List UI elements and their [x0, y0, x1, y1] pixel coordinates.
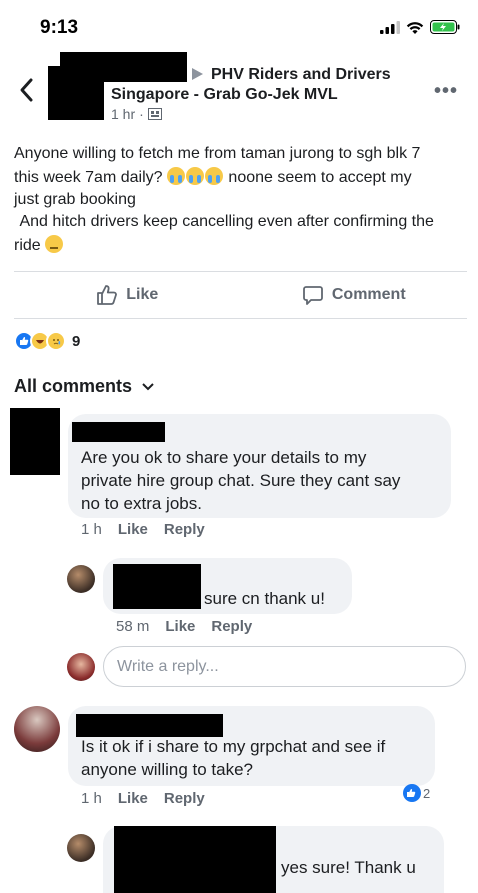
- status-bar: 9:13: [0, 0, 478, 52]
- commenter-avatar-redacted[interactable]: [10, 408, 60, 475]
- comment-text: Are you ok to share your details to my p…: [81, 448, 401, 513]
- comment-like-link[interactable]: Like: [118, 790, 148, 807]
- comment-time: 1 h: [81, 521, 102, 538]
- comment-actions: 1 h Like Reply: [81, 790, 205, 807]
- crying-emoji-icon: [185, 167, 204, 185]
- more-options-icon[interactable]: •••: [434, 80, 458, 103]
- comment-reply-link[interactable]: Reply: [164, 521, 205, 538]
- back-arrow-icon[interactable]: [16, 76, 38, 104]
- comment-like-badge[interactable]: 2: [403, 784, 430, 802]
- thumbs-up-icon: [97, 285, 118, 305]
- reply-like-link[interactable]: Like: [165, 618, 195, 635]
- commenter-name-redacted[interactable]: [76, 714, 223, 737]
- battery-icon: [430, 20, 460, 34]
- chevron-down-icon: [142, 382, 154, 390]
- comment-like-link[interactable]: Like: [118, 521, 148, 538]
- group-privacy-icon: [147, 108, 162, 120]
- wifi-icon: [406, 21, 424, 34]
- post-header: PHV Riders and Drivers Singapore - Grab …: [0, 52, 478, 132]
- write-reply-input[interactable]: Write a reply...: [103, 646, 466, 687]
- like-reaction-icon: [403, 784, 421, 802]
- crying-emoji-icon: [204, 167, 223, 185]
- comment-bubble: Are you ok to share your details to my p…: [68, 414, 451, 518]
- reaction-count: 9: [72, 332, 81, 350]
- comments-filter[interactable]: All comments: [14, 376, 154, 397]
- replier-name-redacted[interactable]: [114, 826, 276, 893]
- comment-reply-link[interactable]: Reply: [164, 790, 205, 807]
- reply-avatar[interactable]: [67, 834, 95, 862]
- divider: [14, 318, 467, 319]
- status-icons: [380, 20, 460, 34]
- reply-reply-link[interactable]: Reply: [211, 618, 252, 635]
- commenter-avatar[interactable]: [14, 706, 60, 752]
- like-button[interactable]: Like: [14, 272, 241, 318]
- comment-bubble: Is it ok if i share to my grpchat and se…: [68, 706, 435, 786]
- reply-text: sure cn thank u!: [204, 589, 325, 608]
- reply-actions: 58 m Like Reply: [116, 618, 252, 635]
- replier-name-redacted[interactable]: [113, 564, 201, 609]
- post-time[interactable]: 1 hr: [111, 106, 135, 122]
- comment-text: Is it ok if i share to my grpchat and se…: [81, 737, 386, 779]
- commenter-name-redacted[interactable]: [72, 422, 165, 442]
- comment-icon: [302, 286, 323, 305]
- reaction-summary[interactable]: 9: [14, 331, 80, 351]
- reply-bubble: yes sure! Thank u: [103, 826, 444, 893]
- reply-avatar[interactable]: [67, 565, 95, 593]
- comment-button[interactable]: Comment: [241, 272, 468, 318]
- post-meta: 1 hr ·: [111, 106, 162, 122]
- sad-reaction-icon: [46, 331, 66, 351]
- reply-bubble: sure cn thank u!: [103, 558, 352, 614]
- post-action-bar: Like Comment: [14, 272, 467, 318]
- group-name[interactable]: PHV Riders and Drivers Singapore - Grab …: [111, 65, 411, 105]
- comment-time: 1 h: [81, 790, 102, 807]
- reply-time: 58 m: [116, 618, 150, 635]
- comment-actions: 1 h Like Reply: [81, 521, 205, 538]
- reply-text: yes sure! Thank u: [281, 858, 416, 877]
- pensive-emoji-icon: [45, 235, 64, 253]
- crying-emoji-icon: [166, 167, 185, 185]
- meta-dot: ·: [139, 106, 144, 122]
- status-time: 9:13: [40, 17, 79, 38]
- signal-icon: [380, 20, 400, 34]
- current-user-avatar: [67, 653, 95, 681]
- post-text: Anyone willing to fetch me from taman ju…: [14, 145, 434, 254]
